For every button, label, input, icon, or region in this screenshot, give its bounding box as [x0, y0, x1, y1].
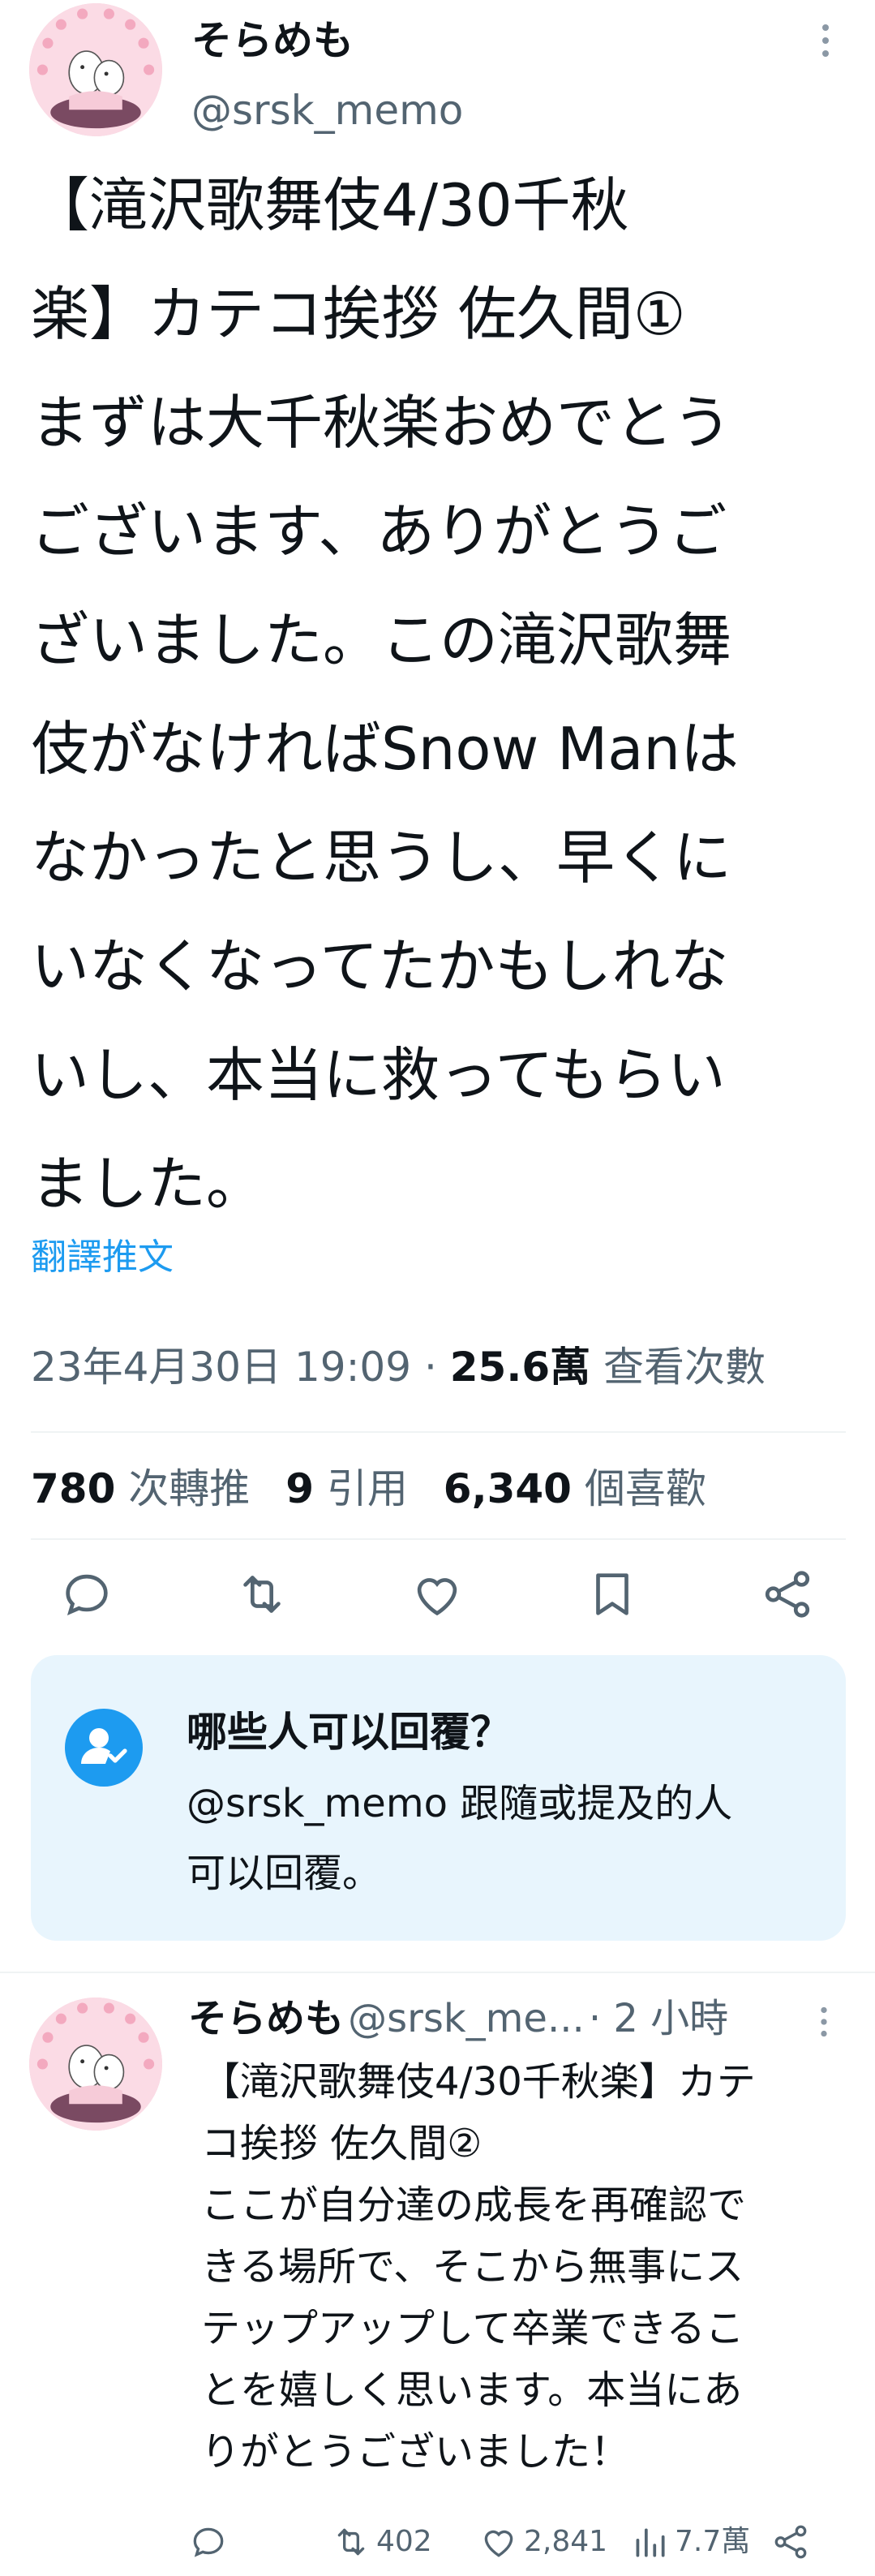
user-check-icon — [65, 1709, 143, 1787]
more-vertical-icon[interactable] — [817, 2006, 830, 2041]
reply-restriction-title: 哪些人可以回覆？ — [187, 1709, 511, 1756]
reply-text: 【滝沢歌舞伎4/30千秋楽】カテ コ挨拶 佐久間② ここが自分達の成長を再確認で… — [201, 2051, 850, 2483]
retweet-icon[interactable] — [234, 1566, 290, 1623]
likes-count: 6,340 — [443, 1465, 572, 1512]
retweets-label: 次轉推 — [128, 1465, 251, 1512]
like-count: 2,841 — [524, 2525, 608, 2558]
meta-separator: · — [423, 1344, 450, 1391]
reply-button[interactable] — [188, 2522, 234, 2562]
views-label: 查看次數 — [603, 1344, 766, 1391]
more-vertical-icon[interactable] — [819, 23, 832, 64]
reply-text-line: とを嬉しく思います。本当にあ — [201, 2367, 743, 2413]
tweet-text: 【滝沢歌舞伎4/30千秋 楽】カテコ挨拶 佐久間① まずは大千秋楽おめでとう ご… — [31, 151, 850, 1238]
tweet-meta: 23年4月30日 19:09 · 25.6萬 查看次數 — [31, 1339, 766, 1396]
retweet-icon — [337, 2528, 365, 2556]
reply-header: そらめも @srsk_me... · 2 小時 — [188, 1994, 728, 2043]
tweet-text-line: 伎がなければSnow Manは — [31, 715, 740, 783]
reply-restriction-card: 哪些人可以回覆？ @srsk_memo 跟隨或提及的人 可以回覆。 — [31, 1655, 846, 1941]
quotes-count: 9 — [285, 1465, 314, 1512]
likes-label: 個喜歡 — [584, 1465, 706, 1512]
reply-icon — [193, 2527, 224, 2557]
user-handle[interactable]: @srsk_memo — [191, 86, 463, 135]
tweet-stats: 780 次轉推 9 引用 6,340 個喜歡 — [31, 1460, 729, 1517]
like-icon — [484, 2530, 513, 2557]
views-count: 7.7萬 — [675, 2525, 751, 2558]
retweet-button[interactable]: 402 — [331, 2522, 432, 2562]
user-handle[interactable]: @srsk_me... — [348, 1996, 585, 2041]
tweet-text-line: なかったと思うし、早くに — [31, 824, 732, 892]
reply-text-line: りがとうございました！ — [201, 2429, 630, 2475]
display-name[interactable]: そらめも — [191, 16, 354, 65]
share-icon[interactable] — [759, 1566, 816, 1623]
timestamp[interactable]: 23年4月30日 19:09 — [31, 1344, 411, 1391]
share-button[interactable] — [770, 2522, 816, 2562]
views-button[interactable]: 7.7萬 — [629, 2522, 750, 2562]
thread-separator — [0, 1972, 875, 1973]
reply-text-line: ここが自分達の成長を再確認で — [201, 2183, 747, 2228]
reply-restriction-desc-line: 可以回覆。 — [187, 1851, 382, 1896]
avatar[interactable] — [29, 1998, 162, 2131]
views-count: 25.6萬 — [449, 1344, 591, 1391]
tweet-text-line: いし、本当に救ってもらい — [31, 1041, 726, 1109]
tweet-text-line: 楽】カテコ挨拶 佐久間① — [31, 280, 686, 348]
like-icon[interactable] — [409, 1566, 465, 1623]
divider — [31, 1538, 846, 1540]
reply-time[interactable]: · 2 小時 — [589, 1996, 728, 2041]
tweet-text-line: ざいました。この滝沢歌舞 — [31, 606, 732, 674]
reply-icon[interactable] — [58, 1566, 115, 1623]
reply-restriction-desc-line: @srsk_memo 跟隨或提及的人 — [187, 1781, 733, 1826]
like-button[interactable]: 2,841 — [478, 2522, 607, 2562]
reply-text-line: テップアップして卒業できるこ — [201, 2306, 744, 2351]
bookmark-icon[interactable] — [584, 1566, 641, 1623]
tweet-text-line: ございます、ありがとうご — [31, 497, 727, 566]
tweet-text-line: 【滝沢歌舞伎4/30千秋 — [31, 171, 629, 239]
retweet-count: 402 — [376, 2525, 432, 2558]
retweets-count: 780 — [31, 1465, 116, 1512]
reply-text-line: きる場所で、そこから無事にス — [201, 2244, 744, 2290]
views-icon — [636, 2528, 665, 2557]
share-icon — [774, 2525, 807, 2559]
likes-stat[interactable]: 6,340 個喜歡 — [444, 1465, 706, 1512]
reply-restriction-desc: @srsk_memo 跟隨或提及的人 可以回覆。 — [187, 1769, 819, 1908]
quotes-label: 引用 — [326, 1465, 408, 1512]
tweet-text-line: まずは大千秋楽おめでとう — [31, 389, 732, 457]
retweets-stat[interactable]: 780 次轉推 — [31, 1465, 250, 1512]
tweet-text-line: いなくなってたかもしれな — [31, 932, 729, 1000]
display-name[interactable]: そらめも — [188, 1996, 344, 2041]
reply-text-line: 【滝沢歌舞伎4/30千秋楽】カテ — [201, 2059, 756, 2105]
reply-text-line: コ挨拶 佐久間② — [201, 2121, 483, 2166]
tweet-text-line: ました。 — [31, 1150, 265, 1218]
divider — [31, 1431, 846, 1433]
avatar[interactable] — [29, 3, 162, 136]
translate-link[interactable]: 翻譯推文 — [31, 1233, 174, 1282]
quotes-stat[interactable]: 9 引用 — [285, 1465, 408, 1512]
